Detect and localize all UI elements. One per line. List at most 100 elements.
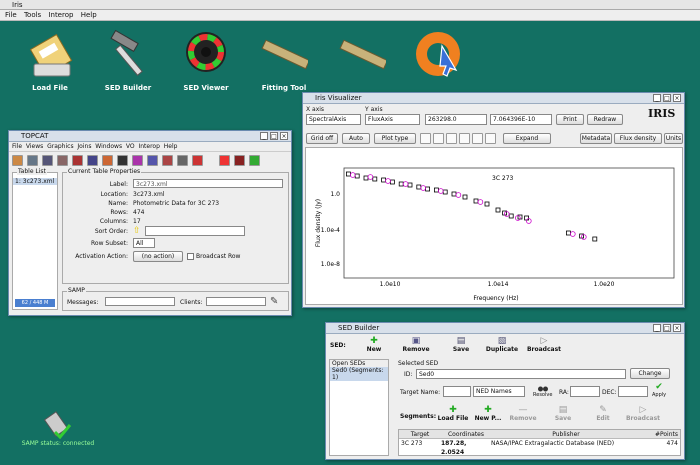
save-table-icon[interactable] bbox=[27, 155, 38, 166]
activation-icon[interactable] bbox=[249, 155, 260, 166]
menu-help[interactable]: Help bbox=[81, 10, 97, 21]
desktop-ruler-2[interactable] bbox=[322, 32, 402, 84]
topcat-menu-interop[interactable]: Interop bbox=[138, 143, 159, 150]
load-file-segment-button[interactable]: ✚ Load File bbox=[434, 405, 472, 422]
change-button[interactable]: Change bbox=[630, 368, 670, 379]
y-axis-select[interactable]: FluxAxis bbox=[365, 114, 420, 125]
plot-area[interactable]: 3C 273 Frequency (Hz) Flux density (Jy) … bbox=[305, 147, 683, 305]
edit-segment-button[interactable]: ✎ Edit bbox=[584, 405, 622, 422]
broadcast-segment-button[interactable]: ▷ Broadcast bbox=[624, 405, 662, 422]
minimize-icon[interactable]: _ bbox=[653, 324, 661, 332]
auto-select[interactable]: Auto bbox=[342, 133, 370, 144]
save-sed-button[interactable]: ▤ Save bbox=[441, 336, 481, 353]
subsets-icon[interactable] bbox=[87, 155, 98, 166]
histogram-icon[interactable] bbox=[132, 155, 143, 166]
stats-icon[interactable] bbox=[102, 155, 113, 166]
new-sed-button[interactable]: ✚ New bbox=[354, 336, 394, 353]
topcat-menu-file[interactable]: File bbox=[12, 143, 22, 150]
col-points[interactable]: #Points bbox=[641, 430, 680, 438]
broadcast-sed-button[interactable]: ▷ Broadcast bbox=[524, 336, 564, 353]
desktop-sed-builder[interactable]: SED Builder bbox=[88, 28, 168, 92]
desktop-load-file[interactable]: Load File bbox=[10, 28, 90, 92]
segments-label: Segments: bbox=[400, 413, 437, 420]
col-publisher[interactable]: Publisher bbox=[491, 430, 641, 438]
sum-icon[interactable] bbox=[117, 155, 128, 166]
resolve-button[interactable]: Resolve bbox=[533, 385, 552, 398]
row-subset-select[interactable]: All bbox=[133, 238, 155, 248]
table-list-item[interactable]: 1: 3c273.xml bbox=[13, 178, 57, 185]
maximize-icon[interactable]: □ bbox=[663, 324, 671, 332]
topcat-menu-graphics[interactable]: Graphics bbox=[47, 143, 74, 150]
load-table-icon[interactable] bbox=[12, 155, 23, 166]
pan-left-icon[interactable] bbox=[459, 133, 470, 144]
grid-toggle[interactable]: Grid off bbox=[306, 133, 338, 144]
topcat-menu-joins[interactable]: Joins bbox=[77, 143, 91, 150]
table-row[interactable]: 3C 273 187.28, 2.0524 NASA/IPAC Extragal… bbox=[399, 439, 680, 456]
label-field[interactable]: 3c273.xml bbox=[133, 179, 283, 188]
broadcast-row-checkbox[interactable] bbox=[187, 253, 194, 260]
info-icon[interactable] bbox=[42, 155, 53, 166]
desktop-fitting-tool[interactable]: Fitting Tool bbox=[244, 32, 324, 92]
minimize-icon[interactable]: _ bbox=[260, 132, 268, 140]
metadata-button[interactable]: Metadata bbox=[580, 133, 612, 144]
menu-tools[interactable]: Tools bbox=[24, 10, 41, 21]
sky-icon[interactable] bbox=[162, 155, 173, 166]
ra-field[interactable] bbox=[570, 386, 600, 397]
sort-order-select[interactable] bbox=[145, 226, 245, 236]
concat-icon[interactable] bbox=[234, 155, 245, 166]
redraw-button[interactable]: Redraw bbox=[587, 114, 623, 125]
pan-up-icon[interactable] bbox=[433, 133, 444, 144]
ned-names-select[interactable]: NED Names bbox=[473, 386, 525, 397]
desktop-sed-viewer[interactable]: SED Viewer bbox=[166, 28, 246, 92]
zoom-in-icon[interactable] bbox=[446, 133, 457, 144]
topcat-menubar: File Views Graphics Joins Windows VO Int… bbox=[9, 142, 291, 152]
expand-button[interactable]: Expand bbox=[503, 133, 551, 144]
remove-segment-button[interactable]: — Remove bbox=[504, 405, 542, 422]
topcat-menu-views[interactable]: Views bbox=[26, 143, 43, 150]
topcat-menu-help[interactable]: Help bbox=[164, 143, 178, 150]
close-icon[interactable]: × bbox=[673, 324, 681, 332]
columns-icon[interactable] bbox=[57, 155, 68, 166]
menu-file[interactable]: File bbox=[5, 10, 17, 21]
minimize-icon[interactable]: _ bbox=[653, 94, 661, 102]
new-point-segment-button[interactable]: ✚ New P... bbox=[469, 405, 507, 422]
x-tick-1: 1.0e10 bbox=[380, 281, 401, 288]
samp-connect-icon[interactable]: ✎ bbox=[270, 296, 282, 307]
params-icon[interactable] bbox=[72, 155, 83, 166]
sed-id-field[interactable]: Sed0 bbox=[416, 369, 626, 379]
desktop-help[interactable] bbox=[400, 26, 480, 82]
col-coordinates[interactable]: Coordinates bbox=[441, 430, 491, 438]
close-icon[interactable]: × bbox=[673, 94, 681, 102]
open-sed-item[interactable]: Sed0 (Segments: 1) bbox=[330, 367, 388, 381]
sed-builder-titlebar: SED Builder _ □ × bbox=[326, 323, 684, 334]
dec-field[interactable] bbox=[618, 386, 648, 397]
x-axis-select[interactable]: SpectralAxis bbox=[306, 114, 361, 125]
print-button[interactable]: Print bbox=[556, 114, 584, 125]
cube-icon[interactable] bbox=[177, 155, 188, 166]
zoom-icon[interactable] bbox=[420, 133, 431, 144]
topcat-menu-vo[interactable]: VO bbox=[126, 143, 135, 150]
apply-button[interactable]: ✔ Apply bbox=[652, 383, 666, 399]
plot-icon[interactable] bbox=[147, 155, 158, 166]
flux-density-select[interactable]: Flux density bbox=[614, 133, 662, 144]
save-segment-button[interactable]: ▤ Save bbox=[544, 405, 582, 422]
remove-sed-button[interactable]: ▣ Remove bbox=[396, 336, 436, 353]
match-icon[interactable] bbox=[219, 155, 230, 166]
sed-plot[interactable]: 3C 273 Frequency (Hz) Flux density (Jy) … bbox=[306, 148, 682, 304]
target-name-field[interactable] bbox=[443, 386, 471, 397]
maximize-icon[interactable]: □ bbox=[270, 132, 278, 140]
pan-right-icon[interactable] bbox=[472, 133, 483, 144]
col-target[interactable]: Target bbox=[399, 430, 441, 438]
activation-action-button[interactable]: (no action) bbox=[133, 251, 183, 262]
plot-type-button[interactable]: Plot type bbox=[374, 133, 416, 144]
menu-interop[interactable]: Interop bbox=[48, 10, 73, 21]
maximize-icon[interactable]: □ bbox=[663, 94, 671, 102]
sort-arrow-icon[interactable]: ⇧ bbox=[133, 226, 143, 236]
close-icon[interactable]: × bbox=[280, 132, 288, 140]
topcat-menu-windows[interactable]: Windows bbox=[95, 143, 122, 150]
density-icon[interactable] bbox=[192, 155, 203, 166]
duplicate-sed-button[interactable]: ▧ Duplicate bbox=[482, 336, 522, 353]
units-button[interactable]: Units bbox=[664, 133, 683, 144]
zoom-out-icon[interactable] bbox=[485, 133, 496, 144]
data-point bbox=[372, 176, 378, 182]
